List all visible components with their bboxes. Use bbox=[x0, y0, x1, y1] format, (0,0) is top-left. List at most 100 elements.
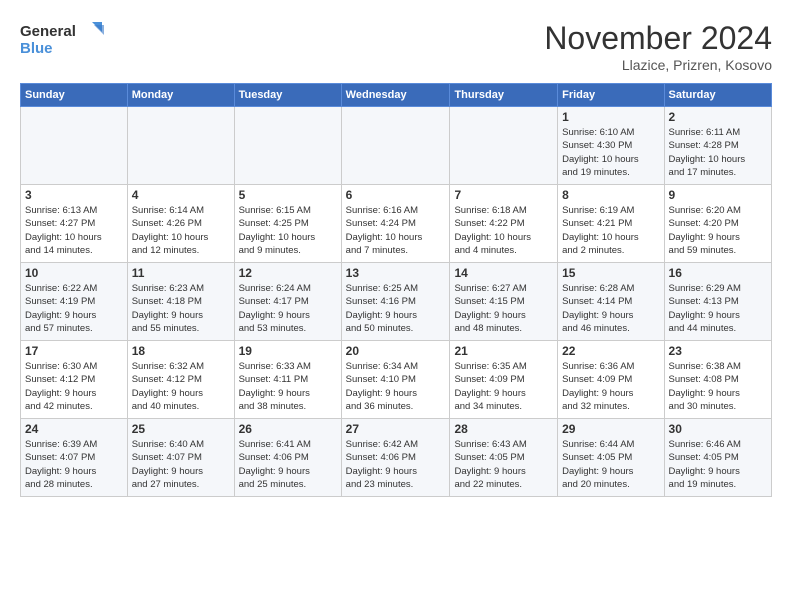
day-number: 25 bbox=[132, 422, 230, 436]
calendar-cell: 23Sunrise: 6:38 AM Sunset: 4:08 PM Dayli… bbox=[664, 341, 771, 419]
calendar-cell bbox=[341, 107, 450, 185]
calendar-cell: 24 Sunrise: 6:39 AM Sunset: 4:07 PM Dayli… bbox=[21, 419, 128, 497]
logo: General Blue bbox=[20, 20, 110, 63]
calendar-cell bbox=[127, 107, 234, 185]
calendar-cell: 2 Sunrise: 6:11 AM Sunset: 4:28 PM Daylig… bbox=[664, 107, 771, 185]
calendar-week-1: 1 Sunrise: 6:10 AM Sunset: 4:30 PM Daylig… bbox=[21, 107, 772, 185]
calendar-cell: 15Sunrise: 6:28 AM Sunset: 4:14 PM Dayli… bbox=[558, 263, 664, 341]
header: General Blue November 2024 Llazice, Priz… bbox=[20, 20, 772, 73]
calendar-cell: 16 Sunrise: 6:29 AM Sunset: 4:13 PM Dayli… bbox=[664, 263, 771, 341]
day-number: 26 bbox=[239, 422, 337, 436]
day-detail: Sunrise: 6:44 AM Sunset: 4:05 PM Dayligh… bbox=[562, 438, 659, 491]
day-number: 21 bbox=[454, 344, 553, 358]
calendar-header-wednesday: Wednesday bbox=[341, 84, 450, 107]
day-detail: Sunrise: 6:13 AM Sunset: 4:27 PM Dayligh… bbox=[25, 204, 123, 257]
day-detail: Sunrise: 6:30 AM Sunset: 4:12 PM Dayligh… bbox=[25, 360, 123, 413]
day-number: 30 bbox=[669, 422, 767, 436]
calendar-cell: 30 Sunrise: 6:46 AM Sunset: 4:05 PM Dayli… bbox=[664, 419, 771, 497]
day-detail: Sunrise: 6:25 AM Sunset: 4:16 PM Dayligh… bbox=[346, 282, 446, 335]
day-number: 9 bbox=[669, 188, 767, 202]
day-number: 29 bbox=[562, 422, 659, 436]
page: General Blue November 2024 Llazice, Priz… bbox=[0, 0, 792, 612]
calendar-cell bbox=[21, 107, 128, 185]
day-number: 8 bbox=[562, 188, 659, 202]
day-number: 17 bbox=[25, 344, 123, 358]
day-detail: Sunrise: 6:32 AM Sunset: 4:12 PM Dayligh… bbox=[132, 360, 230, 413]
calendar-cell: 12Sunrise: 6:24 AM Sunset: 4:17 PM Dayli… bbox=[234, 263, 341, 341]
day-detail: Sunrise: 6:42 AM Sunset: 4:06 PM Dayligh… bbox=[346, 438, 446, 491]
day-detail: Sunrise: 6:14 AM Sunset: 4:26 PM Dayligh… bbox=[132, 204, 230, 257]
svg-text:General: General bbox=[20, 23, 76, 40]
calendar-week-3: 10 Sunrise: 6:22 AM Sunset: 4:19 PM Dayli… bbox=[21, 263, 772, 341]
calendar-cell: 6 Sunrise: 6:16 AM Sunset: 4:24 PM Daylig… bbox=[341, 185, 450, 263]
calendar-cell bbox=[234, 107, 341, 185]
calendar-cell: 28 Sunrise: 6:43 AM Sunset: 4:05 PM Dayli… bbox=[450, 419, 558, 497]
calendar-header-saturday: Saturday bbox=[664, 84, 771, 107]
day-detail: Sunrise: 6:27 AM Sunset: 4:15 PM Dayligh… bbox=[454, 282, 553, 335]
day-number: 19 bbox=[239, 344, 337, 358]
day-number: 6 bbox=[346, 188, 446, 202]
calendar-week-4: 17 Sunrise: 6:30 AM Sunset: 4:12 PM Dayli… bbox=[21, 341, 772, 419]
day-detail: Sunrise: 6:33 AM Sunset: 4:11 PM Dayligh… bbox=[239, 360, 337, 413]
day-detail: Sunrise: 6:35 AM Sunset: 4:09 PM Dayligh… bbox=[454, 360, 553, 413]
calendar-header-friday: Friday bbox=[558, 84, 664, 107]
calendar-cell: 29 Sunrise: 6:44 AM Sunset: 4:05 PM Dayli… bbox=[558, 419, 664, 497]
calendar-cell: 13 Sunrise: 6:25 AM Sunset: 4:16 PM Dayli… bbox=[341, 263, 450, 341]
day-detail: Sunrise: 6:18 AM Sunset: 4:22 PM Dayligh… bbox=[454, 204, 553, 257]
calendar-cell: 17 Sunrise: 6:30 AM Sunset: 4:12 PM Dayli… bbox=[21, 341, 128, 419]
day-detail: Sunrise: 6:40 AM Sunset: 4:07 PM Dayligh… bbox=[132, 438, 230, 491]
day-number: 3 bbox=[25, 188, 123, 202]
calendar-cell: 10 Sunrise: 6:22 AM Sunset: 4:19 PM Dayli… bbox=[21, 263, 128, 341]
day-number: 1 bbox=[562, 110, 659, 124]
day-number: 7 bbox=[454, 188, 553, 202]
day-detail: Sunrise: 6:20 AM Sunset: 4:20 PM Dayligh… bbox=[669, 204, 767, 257]
calendar-cell: 1 Sunrise: 6:10 AM Sunset: 4:30 PM Daylig… bbox=[558, 107, 664, 185]
day-number: 5 bbox=[239, 188, 337, 202]
day-detail: Sunrise: 6:19 AM Sunset: 4:21 PM Dayligh… bbox=[562, 204, 659, 257]
day-detail: Sunrise: 6:15 AM Sunset: 4:25 PM Dayligh… bbox=[239, 204, 337, 257]
calendar-cell: 26Sunrise: 6:41 AM Sunset: 4:06 PM Dayli… bbox=[234, 419, 341, 497]
calendar-cell: 18Sunrise: 6:32 AM Sunset: 4:12 PM Dayli… bbox=[127, 341, 234, 419]
calendar-table: SundayMondayTuesdayWednesdayThursdayFrid… bbox=[20, 83, 772, 497]
calendar-cell: 14 Sunrise: 6:27 AM Sunset: 4:15 PM Dayli… bbox=[450, 263, 558, 341]
day-number: 10 bbox=[25, 266, 123, 280]
day-number: 14 bbox=[454, 266, 553, 280]
calendar-cell: 11 Sunrise: 6:23 AM Sunset: 4:18 PM Dayli… bbox=[127, 263, 234, 341]
calendar-cell: 25 Sunrise: 6:40 AM Sunset: 4:07 PM Dayli… bbox=[127, 419, 234, 497]
calendar-header-tuesday: Tuesday bbox=[234, 84, 341, 107]
calendar-cell: 27 Sunrise: 6:42 AM Sunset: 4:06 PM Dayli… bbox=[341, 419, 450, 497]
day-detail: Sunrise: 6:11 AM Sunset: 4:28 PM Dayligh… bbox=[669, 126, 767, 179]
location-subtitle: Llazice, Prizren, Kosovo bbox=[544, 57, 772, 73]
day-detail: Sunrise: 6:22 AM Sunset: 4:19 PM Dayligh… bbox=[25, 282, 123, 335]
calendar-cell: 9 Sunrise: 6:20 AM Sunset: 4:20 PM Daylig… bbox=[664, 185, 771, 263]
calendar-cell: 21 Sunrise: 6:35 AM Sunset: 4:09 PM Dayli… bbox=[450, 341, 558, 419]
day-number: 28 bbox=[454, 422, 553, 436]
day-number: 12 bbox=[239, 266, 337, 280]
day-detail: Sunrise: 6:28 AM Sunset: 4:14 PM Dayligh… bbox=[562, 282, 659, 335]
calendar-cell: 5 Sunrise: 6:15 AM Sunset: 4:25 PM Daylig… bbox=[234, 185, 341, 263]
day-number: 27 bbox=[346, 422, 446, 436]
day-number: 24 bbox=[25, 422, 123, 436]
logo-text: General Blue bbox=[20, 20, 110, 63]
day-number: 20 bbox=[346, 344, 446, 358]
day-number: 2 bbox=[669, 110, 767, 124]
day-detail: Sunrise: 6:46 AM Sunset: 4:05 PM Dayligh… bbox=[669, 438, 767, 491]
day-detail: Sunrise: 6:29 AM Sunset: 4:13 PM Dayligh… bbox=[669, 282, 767, 335]
day-detail: Sunrise: 6:23 AM Sunset: 4:18 PM Dayligh… bbox=[132, 282, 230, 335]
calendar-week-5: 24 Sunrise: 6:39 AM Sunset: 4:07 PM Dayli… bbox=[21, 419, 772, 497]
day-detail: Sunrise: 6:39 AM Sunset: 4:07 PM Dayligh… bbox=[25, 438, 123, 491]
day-number: 22 bbox=[562, 344, 659, 358]
day-detail: Sunrise: 6:10 AM Sunset: 4:30 PM Dayligh… bbox=[562, 126, 659, 179]
calendar-header-monday: Monday bbox=[127, 84, 234, 107]
day-number: 16 bbox=[669, 266, 767, 280]
day-detail: Sunrise: 6:43 AM Sunset: 4:05 PM Dayligh… bbox=[454, 438, 553, 491]
calendar-header-row: SundayMondayTuesdayWednesdayThursdayFrid… bbox=[21, 84, 772, 107]
day-detail: Sunrise: 6:16 AM Sunset: 4:24 PM Dayligh… bbox=[346, 204, 446, 257]
calendar-cell: 22Sunrise: 6:36 AM Sunset: 4:09 PM Dayli… bbox=[558, 341, 664, 419]
day-number: 13 bbox=[346, 266, 446, 280]
calendar-cell: 19 Sunrise: 6:33 AM Sunset: 4:11 PM Dayli… bbox=[234, 341, 341, 419]
calendar-cell: 8 Sunrise: 6:19 AM Sunset: 4:21 PM Daylig… bbox=[558, 185, 664, 263]
calendar-header-thursday: Thursday bbox=[450, 84, 558, 107]
day-number: 11 bbox=[132, 266, 230, 280]
day-detail: Sunrise: 6:34 AM Sunset: 4:10 PM Dayligh… bbox=[346, 360, 446, 413]
